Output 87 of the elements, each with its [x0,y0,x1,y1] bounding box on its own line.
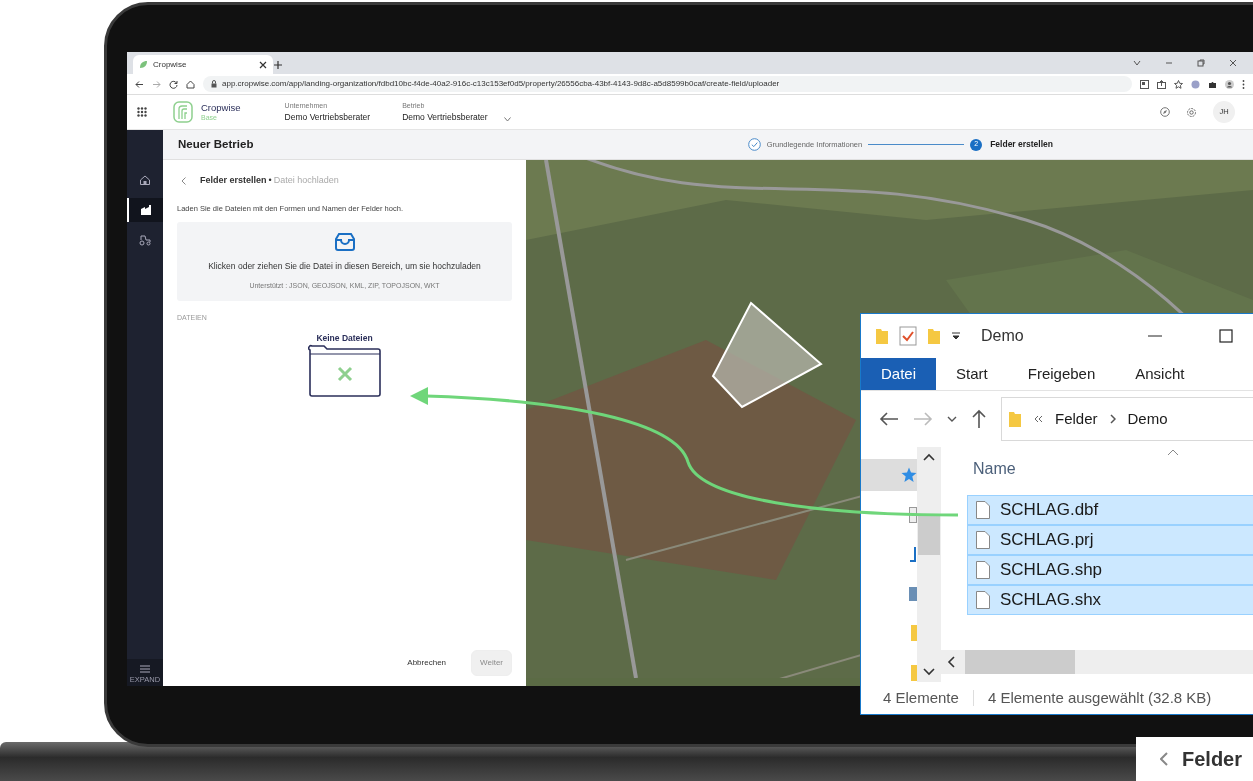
breadcrumb-item[interactable]: Demo [1127,407,1168,431]
up-arrow-icon[interactable] [971,409,987,429]
dropdown-icon[interactable] [951,331,961,341]
document-icon[interactable] [909,507,917,523]
file-row[interactable]: SCHLAG.dbf [967,495,1253,525]
sidebar-item[interactable] [127,198,163,222]
document-icon [976,591,990,609]
compass-icon[interactable] [1160,107,1170,117]
chevron-down-icon[interactable] [503,116,511,122]
close-icon[interactable] [259,60,267,69]
step-label[interactable]: Felder erstellen [990,138,1053,151]
profile-icon[interactable] [1225,79,1234,89]
address-bar[interactable]: app.cropwise.com/app/landing-organization/fdbd10bc-f4de-40a2-916c-c13c153ef0d5/property/26556cba-43bf-4143-9d8c-a5d8599b0caf/create-field/uploader [203,76,1132,92]
chevron-left-icon [947,656,955,668]
horizontal-scrollbar[interactable] [941,650,1253,674]
leaf-icon [139,60,148,69]
empty-folder-icon [307,344,382,399]
inbox-icon [333,231,356,252]
back-arrow-icon[interactable] [135,79,144,89]
checklist-icon[interactable] [899,326,917,346]
browser-tab[interactable]: Cropwise [133,55,273,74]
more-vertical-icon[interactable] [1242,79,1245,89]
column-header[interactable]: Name [973,460,1016,477]
maximize-icon[interactable] [1219,329,1233,343]
address-bar[interactable]: Felder Demo [1001,397,1253,441]
home-icon[interactable] [186,79,195,89]
forward-arrow-icon[interactable] [152,79,161,89]
settings-icon[interactable] [1186,106,1197,118]
chevron-up-icon [923,453,935,461]
apps-grid-icon[interactable] [137,107,147,117]
star-icon[interactable] [1174,79,1183,89]
reload-icon[interactable] [169,79,178,89]
tab-title[interactable]: Cropwise [153,58,254,71]
vertical-scrollbar[interactable] [917,447,941,682]
document-icon [976,531,990,549]
separator: • [268,174,272,187]
file-row[interactable]: SCHLAG.shx [967,585,1253,615]
folder-icon [1008,410,1022,428]
window-title: Demo [981,326,1024,346]
close-icon[interactable] [1229,59,1237,67]
url-text: app.cropwise.com/app/landing-organization/fdbd10bc-f4de-40a2-916c-c13c153ef0d5/property/26556cba-43bf-4143-9d8c-a5d8599b0caf/create-field/uploader [222,78,780,90]
empty-state-text: Keine Dateien [316,331,373,345]
ribbon-tab[interactable]: Freigeben [1007,358,1116,390]
translate-icon[interactable] [1140,79,1149,89]
ribbon-tab[interactable]: Datei [861,358,937,390]
folder-icon [875,327,889,345]
dropzone-text: Klicken oder ziehen Sie die Datei in diesen Bereich, um sie hochzuladen [207,259,482,273]
back-arrow-icon[interactable] [879,411,899,427]
selector-value[interactable]: Demo Vertriebsberater [402,113,488,122]
menu-icon [140,664,150,673]
page-title: Neuer Betrieb [178,136,254,152]
panel-title: Felder erstellen [200,174,267,187]
scrollbar-thumb[interactable] [965,650,1075,674]
chevron-left-icon [1160,752,1168,766]
star-icon [901,467,917,483]
farm-icon [140,204,152,216]
file-row[interactable]: SCHLAG.shp [967,555,1253,585]
cancel-button[interactable]: Abbrechen [398,650,456,676]
sort-caret-icon [1167,449,1179,456]
logo-name: Cropwise [201,102,241,113]
quick-access-item[interactable] [861,459,917,491]
selector-value[interactable]: Demo Vertriebsberater [284,113,371,122]
restore-icon[interactable] [1197,59,1205,67]
breadcrumb-item[interactable]: Felder [1055,407,1098,431]
status-selection: 4 Elemente ausgewählt (32.8 KB) [987,687,1212,708]
tractor-icon [139,234,151,246]
scrollbar-thumb[interactable] [918,514,940,555]
chevron-down-icon[interactable] [1133,59,1141,67]
chevron-left-icon[interactable] [181,176,186,185]
chevron-down-icon[interactable] [947,415,957,423]
ribbon-tab[interactable]: Ansicht [1115,358,1205,390]
status-count: 4 Elemente [883,687,959,708]
chevron-down-icon [923,668,935,676]
panel-subtitle: Datei hochladen [273,174,339,187]
chevron-right-icon [1109,414,1116,424]
logo-icon [173,101,193,123]
document-icon [976,501,990,519]
share-icon[interactable] [1157,79,1166,89]
download-icon[interactable] [909,547,917,563]
double-chevron-icon [1034,415,1043,423]
home-icon [139,174,151,186]
extension-circle-icon[interactable] [1191,79,1200,89]
document-icon [976,561,990,579]
lock-icon [211,80,217,88]
ribbon-tab[interactable]: Start [936,358,1008,390]
preview-title: Felder [1182,747,1243,772]
file-row[interactable]: SCHLAG.prj [967,525,1253,555]
